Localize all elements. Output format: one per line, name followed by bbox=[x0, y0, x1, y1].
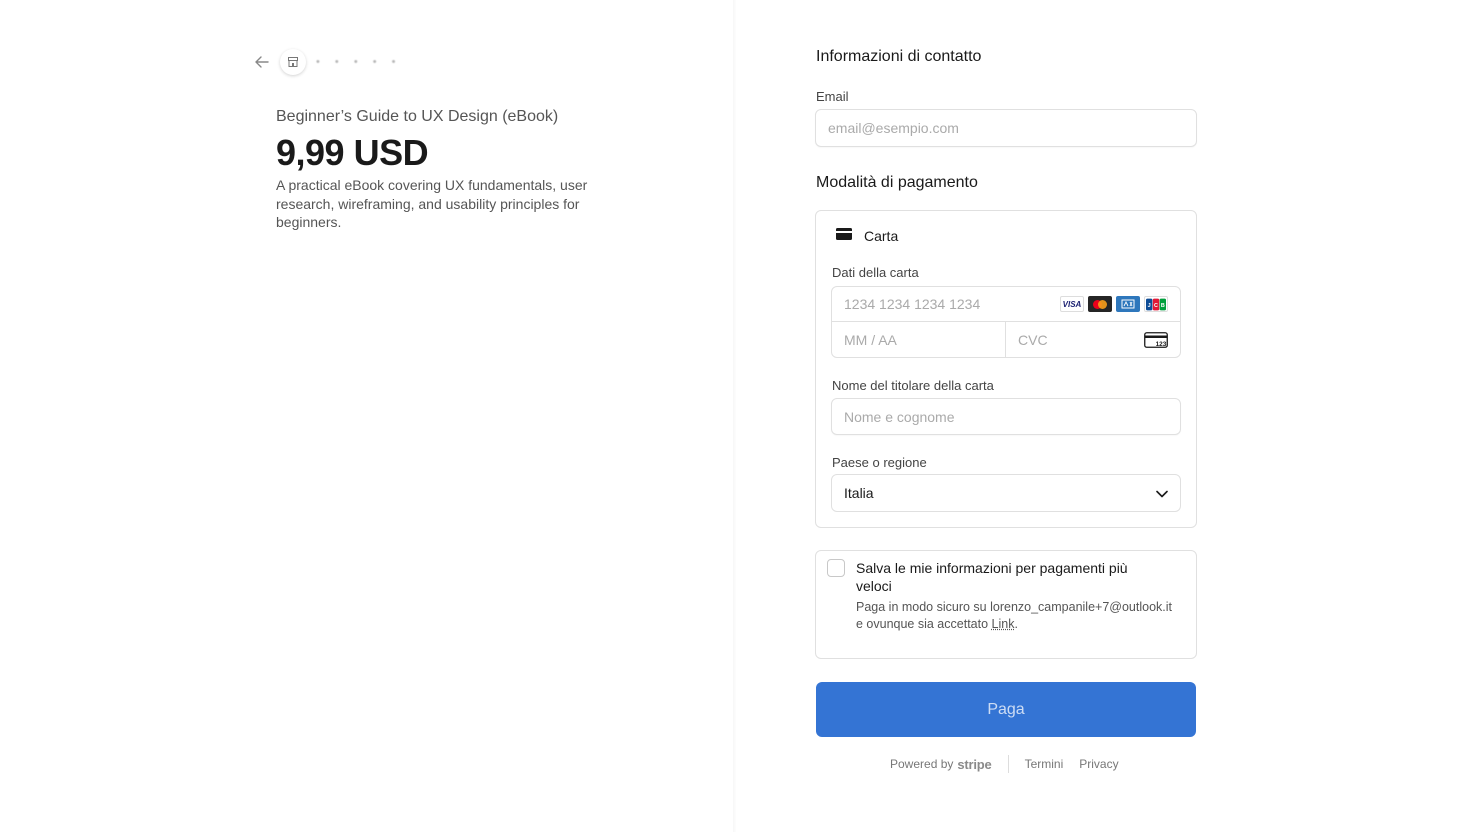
product-description: A practical eBook covering UX fundamenta… bbox=[276, 177, 588, 230]
mastercard-icon bbox=[1088, 296, 1112, 312]
country-label: Paese o regione bbox=[832, 455, 927, 470]
store-icon[interactable] bbox=[280, 49, 306, 75]
card-brands: VISA JCB bbox=[1060, 296, 1168, 312]
country-select[interactable]: Italia bbox=[831, 474, 1181, 512]
svg-text:C: C bbox=[1154, 302, 1158, 308]
cvc-input[interactable]: CVC 123 bbox=[1006, 322, 1180, 357]
card-number-input[interactable]: 1234 1234 1234 1234 VISA JCB bbox=[832, 287, 1180, 322]
product-price: 9,99 USD bbox=[276, 132, 429, 173]
footer-divider bbox=[1007, 755, 1009, 773]
cardholder-placeholder: Nome e cognome bbox=[844, 408, 955, 425]
product-name: Beginner’s Guide to UX Design (eBook) bbox=[276, 108, 559, 125]
privacy-link[interactable]: Privacy bbox=[1079, 757, 1118, 771]
email-placeholder: email@esempio.com bbox=[828, 120, 959, 136]
contact-section-title: Informazioni di contatto bbox=[816, 48, 982, 65]
svg-text:123: 123 bbox=[1156, 341, 1167, 348]
jcb-icon: JCB bbox=[1144, 296, 1168, 312]
footer: Powered by stripe Termini Privacy bbox=[890, 755, 1135, 773]
stripe-logo: stripe bbox=[957, 756, 992, 772]
pay-button[interactable]: Paga bbox=[816, 682, 1196, 737]
terms-link[interactable]: Termini bbox=[1025, 757, 1064, 771]
save-info-desc-end: . bbox=[1014, 617, 1018, 631]
cardholder-label: Nome del titolare della carta bbox=[832, 378, 994, 393]
email-label: Email bbox=[816, 89, 849, 104]
svg-text:B: B bbox=[1161, 302, 1165, 308]
merchant-header: • • • • • bbox=[252, 48, 401, 76]
powered-by-text: Powered by bbox=[890, 757, 954, 771]
amex-icon bbox=[1116, 296, 1140, 312]
link-info-link[interactable]: Link bbox=[992, 617, 1015, 631]
save-info-description: Paga in modo sicuro su lorenzo_campanile… bbox=[856, 599, 1176, 633]
card-data-label: Dati della carta bbox=[832, 265, 919, 280]
card-number-placeholder: 1234 1234 1234 1234 bbox=[844, 296, 981, 312]
expiry-input[interactable]: MM / AA bbox=[832, 322, 1006, 357]
svg-text:J: J bbox=[1148, 302, 1151, 308]
back-arrow-icon[interactable] bbox=[252, 52, 272, 72]
country-value: Italia bbox=[844, 485, 874, 501]
expiry-placeholder: MM / AA bbox=[844, 331, 897, 348]
payment-section-title: Modalità di pagamento bbox=[816, 174, 978, 191]
email-input[interactable]: email@esempio.com bbox=[815, 109, 1197, 147]
card-method-label: Carta bbox=[864, 228, 899, 244]
save-info-checkbox[interactable] bbox=[827, 559, 845, 577]
card-details-group: 1234 1234 1234 1234 VISA JCB MM / AA CVC… bbox=[831, 286, 1181, 358]
cvc-placeholder: CVC bbox=[1018, 331, 1048, 348]
card-method-header[interactable]: Carta bbox=[836, 227, 898, 245]
visa-icon: VISA bbox=[1060, 296, 1084, 312]
save-info-title[interactable]: Salva le mie informazioni per pagamenti … bbox=[856, 559, 1166, 595]
credit-card-icon bbox=[836, 227, 852, 245]
powered-by-stripe[interactable]: Powered by stripe bbox=[890, 757, 992, 772]
merchant-name[interactable]: • • • • • bbox=[316, 56, 401, 68]
cardholder-input[interactable]: Nome e cognome bbox=[831, 398, 1181, 435]
product-summary-panel: • • • • • Beginner’s Guide to UX Design … bbox=[0, 0, 735, 832]
chevron-down-icon bbox=[1156, 485, 1168, 501]
cvc-card-icon: 123 bbox=[1144, 332, 1168, 351]
